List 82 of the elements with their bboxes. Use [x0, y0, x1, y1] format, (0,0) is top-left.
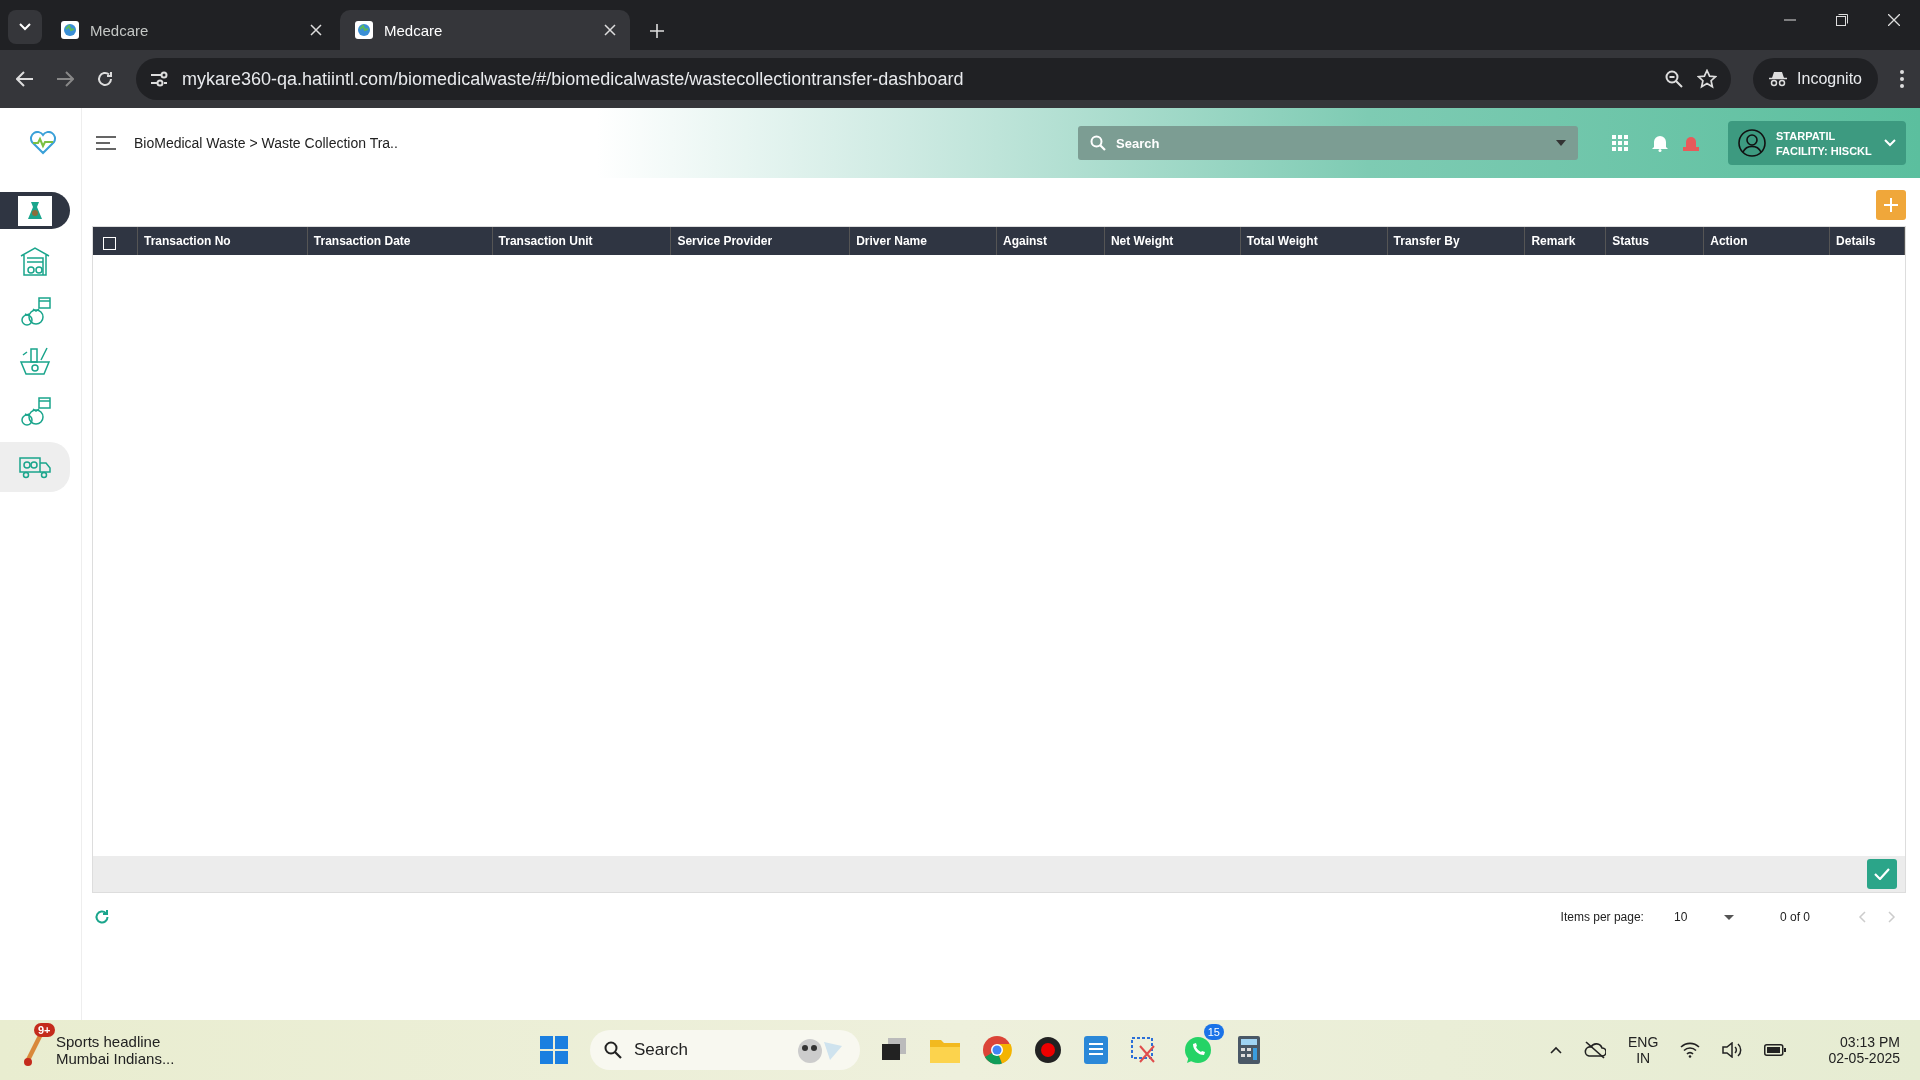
news-subtitle[interactable]: Mumbai Indians...	[56, 1050, 175, 1067]
close-icon[interactable]	[1888, 14, 1900, 26]
dropdown-arrow-icon	[1723, 914, 1734, 920]
close-icon[interactable]	[310, 24, 322, 36]
browser-tab[interactable]: Medcare	[340, 10, 630, 50]
dropdown-arrow-icon[interactable]	[1556, 140, 1566, 146]
plus-icon	[1884, 198, 1898, 212]
column-header[interactable]: Status	[1606, 227, 1705, 255]
language-indicator[interactable]: ENG IN	[1628, 1034, 1659, 1066]
news-headline[interactable]: Sports headline	[56, 1033, 175, 1050]
speaker-icon[interactable]	[1722, 1042, 1743, 1058]
globe-icon	[354, 20, 374, 40]
column-header[interactable]: Service Provider	[671, 227, 851, 255]
schedule-icon	[19, 295, 51, 326]
chrome-icon[interactable]	[982, 1035, 1012, 1065]
check-icon	[1874, 868, 1890, 880]
column-header[interactable]: Driver Name	[850, 227, 997, 255]
back-icon[interactable]	[16, 71, 34, 87]
clock[interactable]: 03:13 PM 02-05-2025	[1828, 1034, 1900, 1066]
column-header[interactable]: Remark	[1525, 227, 1607, 255]
search-bar[interactable]: Search	[1078, 126, 1578, 160]
search-icon	[604, 1041, 622, 1059]
user-name: STARPATIL	[1776, 129, 1837, 142]
battery-icon[interactable]	[1764, 1044, 1787, 1056]
close-icon[interactable]	[604, 24, 616, 36]
page-range: 0 of 0	[1779, 910, 1810, 924]
snipping-tool-icon[interactable]	[1130, 1036, 1158, 1064]
more-icon[interactable]	[1900, 70, 1904, 88]
bag-icon	[18, 195, 52, 226]
incognito-button[interactable]: Incognito	[1753, 58, 1878, 100]
notification-badge: 15	[1203, 1024, 1224, 1040]
zoom-icon[interactable]	[1665, 70, 1684, 88]
column-header[interactable]: Transfer By	[1387, 227, 1526, 255]
tab-list-button[interactable]	[8, 10, 42, 44]
warehouse-icon	[20, 245, 50, 276]
calculator-icon[interactable]	[1238, 1036, 1260, 1064]
heart-logo-icon	[28, 131, 57, 155]
column-header[interactable]: Transaction No	[138, 227, 308, 255]
search-input[interactable]: Search	[1114, 134, 1548, 152]
column-header[interactable]: Total Weight	[1240, 227, 1388, 255]
column-header[interactable]: Action	[1704, 227, 1831, 255]
select-all-checkbox[interactable]	[103, 236, 116, 250]
items-per-page-label: Items per page:	[1560, 910, 1644, 924]
facility-name: FACILITY: HISCKL	[1776, 144, 1873, 157]
chevron-down-icon	[1884, 139, 1896, 147]
basket-icon	[19, 345, 51, 376]
notification-badge: 9+	[34, 1023, 55, 1037]
start-icon[interactable]	[540, 1036, 568, 1064]
confirm-button[interactable]	[1867, 859, 1897, 889]
wifi-icon[interactable]	[1680, 1042, 1701, 1058]
whatsapp-icon[interactable]	[1183, 1035, 1213, 1065]
globe-icon	[60, 20, 80, 40]
column-header[interactable]: Against	[997, 227, 1105, 255]
task-view-icon[interactable]	[882, 1038, 908, 1062]
chevron-up-icon[interactable]	[1550, 1046, 1563, 1054]
user-avatar-icon	[1738, 129, 1766, 157]
cloud-off-icon[interactable]	[1584, 1041, 1607, 1059]
refresh-icon[interactable]	[94, 909, 110, 925]
chevron-down-icon	[19, 23, 31, 31]
reload-icon[interactable]	[96, 70, 114, 88]
nav-item[interactable]	[0, 192, 70, 229]
new-tab-icon[interactable]	[650, 24, 664, 38]
record-icon[interactable]	[1034, 1036, 1062, 1064]
notepad-icon[interactable]	[1084, 1036, 1108, 1064]
menu-icon[interactable]	[96, 136, 116, 150]
column-header[interactable]: Details	[1830, 227, 1905, 255]
truck-icon	[19, 455, 51, 479]
incognito-icon	[1769, 71, 1788, 87]
taskbar-search[interactable]: Search	[590, 1030, 860, 1070]
address-bar[interactable]: mykare360-qa.hatiintl.com/biomedicalwaste/#/biomedicalwaste/wastecollectiontransfer-dashboard	[136, 58, 1732, 100]
column-header[interactable]: Net Weight	[1104, 227, 1241, 255]
breadcrumb: BioMedical Waste > Waste Collection Tra..	[134, 135, 399, 151]
forward-icon[interactable]	[56, 71, 74, 87]
star-icon[interactable]	[1697, 69, 1718, 89]
browser-tab[interactable]: Medcare	[46, 10, 336, 50]
schedule-icon	[19, 395, 51, 426]
search-icon	[1090, 135, 1106, 151]
column-header[interactable]: Transaction Unit	[492, 227, 672, 255]
restore-icon[interactable]	[1836, 14, 1848, 26]
page-size-select[interactable]: 10	[1673, 910, 1734, 924]
column-header[interactable]: Transaction Date	[307, 227, 493, 255]
site-settings-icon[interactable]	[150, 71, 168, 87]
